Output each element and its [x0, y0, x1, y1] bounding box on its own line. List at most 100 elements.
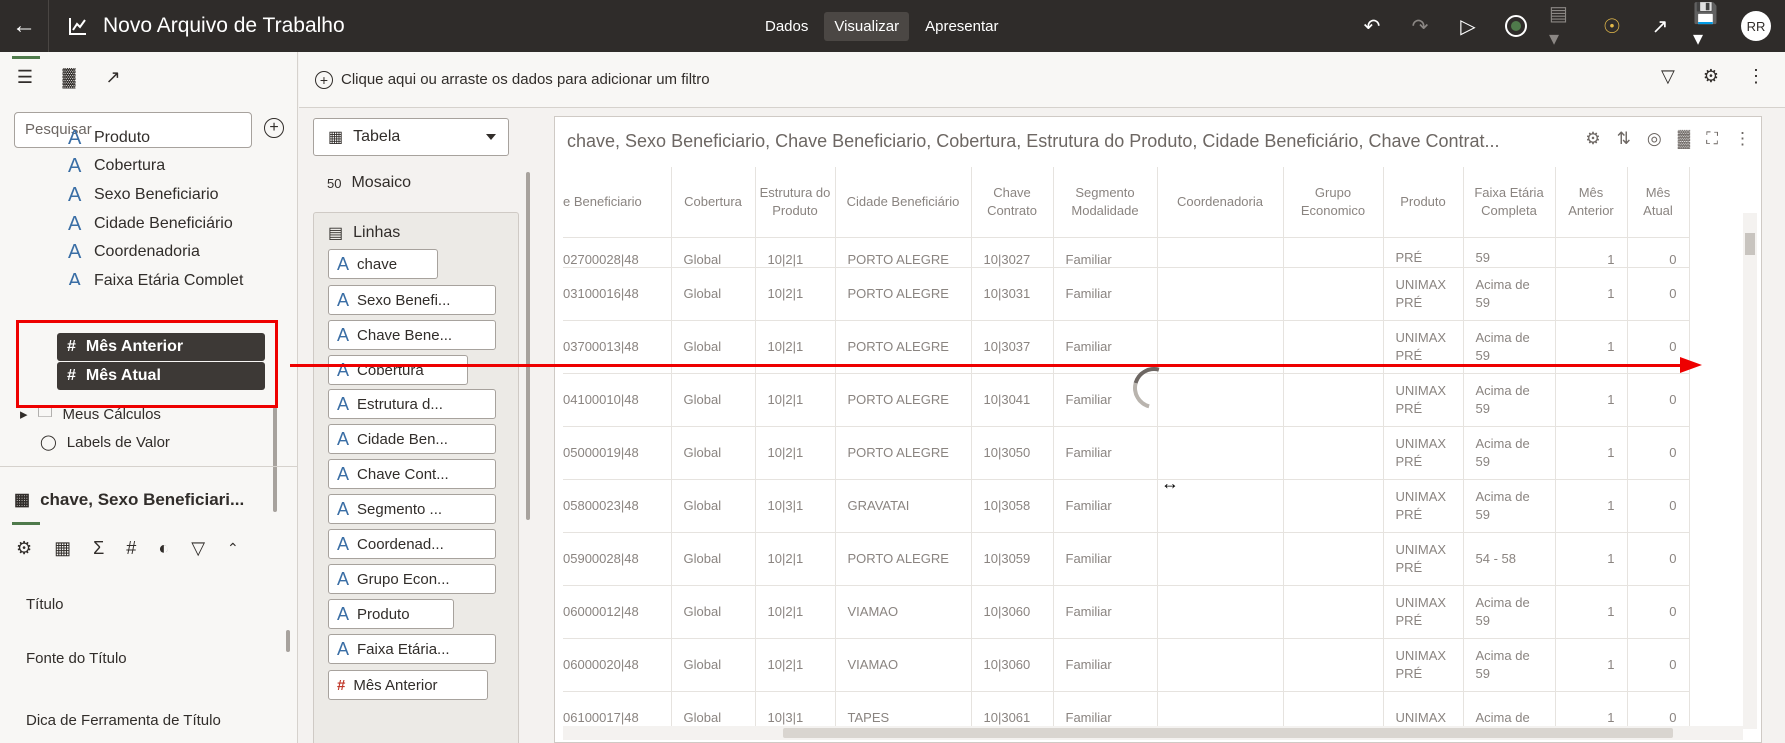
table-cell[interactable]	[1283, 479, 1384, 533]
filter-icon[interactable]: ▽	[191, 538, 205, 559]
lightbulb-icon[interactable]: ☉	[1597, 8, 1627, 44]
table-cell[interactable]: 1	[1555, 585, 1628, 639]
table-cell[interactable]: 06100017|48	[563, 691, 672, 727]
undo-icon[interactable]: ↶	[1357, 8, 1387, 44]
table-cell[interactable]: 1	[1555, 237, 1628, 268]
table-cell[interactable]: Global	[671, 585, 756, 639]
rows-drop-zone[interactable]: ▤ Linhas Achave A Sexo Benefi... A Chave Be…	[313, 212, 519, 743]
save-menu-icon[interactable]: 💾▾	[1693, 3, 1723, 50]
tree-item-cidade[interactable]: A Cidade Beneficiário	[68, 210, 233, 238]
table-cell[interactable]: Familiar	[1053, 691, 1158, 727]
table-row[interactable]: 05900028|48 Global 10|2|1 PORTO ALEGRE 10|30…	[563, 532, 1690, 586]
table-cell[interactable]: PORTO ALEGRE	[835, 267, 972, 321]
avatar[interactable]: RR	[1741, 11, 1771, 41]
back-arrow-icon[interactable]: ←	[0, 0, 48, 52]
table-cell[interactable]: Acima de 59	[1463, 373, 1556, 427]
table-cell[interactable]	[1157, 691, 1284, 727]
table-cell[interactable]: 1	[1555, 532, 1628, 586]
column-header[interactable]: Cidade Beneficiário	[835, 167, 972, 238]
table-cell[interactable]: 0	[1627, 585, 1690, 639]
tree-item-coordenadoria[interactable]: A Coordenadoria	[68, 238, 200, 266]
table-cell[interactable]: PORTO ALEGRE	[835, 237, 972, 268]
table-horizontal-scrollbar[interactable]	[563, 726, 1743, 740]
more-menu-icon[interactable]: ⋮	[1747, 66, 1765, 87]
table-cell[interactable]	[1157, 638, 1284, 692]
table-cell[interactable]: 05000019|48	[563, 426, 672, 480]
table-row[interactable]: 06100017|48 Global 10|3|1 TAPES 10|3061 Famil…	[563, 691, 1690, 727]
row-chip[interactable]: A Cobertura	[328, 355, 468, 385]
redo-icon[interactable]: ↷	[1405, 8, 1435, 44]
table-cell[interactable]: 10|3061	[971, 691, 1054, 727]
table-cell[interactable]: 10|3027	[971, 237, 1054, 268]
table-row[interactable]: 05000019|48 Global 10|2|1 PORTO ALEGRE 10|30…	[563, 426, 1690, 480]
table-cell[interactable]: Familiar	[1053, 638, 1158, 692]
row-chip[interactable]: Achave	[328, 249, 438, 279]
table-cell[interactable]	[1283, 532, 1384, 586]
general-settings-icon[interactable]: ⚙	[11, 522, 41, 559]
table-cell[interactable]	[1283, 638, 1384, 692]
table-cell[interactable]	[1283, 426, 1384, 480]
table-row[interactable]: 06000012|48 Global 10|2|1 VIAMAO 10|3060 Fami…	[563, 585, 1690, 639]
table-cell[interactable]	[1283, 373, 1384, 427]
tab-visualizar[interactable]: Visualizar	[824, 12, 910, 41]
table-cell[interactable]	[1157, 237, 1284, 268]
column-header[interactable]: Coordenadoria	[1157, 167, 1284, 238]
table-cell[interactable]: Global	[671, 426, 756, 480]
table-vertical-scrollbar[interactable]	[1743, 213, 1757, 729]
column-header[interactable]: Cobertura	[671, 167, 756, 238]
row-chip[interactable]: A Segmento ...	[328, 494, 496, 524]
properties-scrollbar[interactable]	[286, 630, 290, 652]
viz-name[interactable]: ▦ chave, Sexo Beneficiari...	[14, 490, 244, 510]
table-cell[interactable]	[1157, 373, 1284, 427]
table-cell[interactable]: Acima de 59	[1463, 479, 1556, 533]
table-cell[interactable]: 10|3058	[971, 479, 1054, 533]
column-header[interactable]: Grupo Economico	[1283, 167, 1384, 238]
table-cell[interactable]: 03100016|48	[563, 267, 672, 321]
table-cell[interactable]: Acima de 59	[1463, 426, 1556, 480]
table-cell[interactable]: 0	[1627, 426, 1690, 480]
table-cell[interactable]: 0	[1627, 267, 1690, 321]
table-cell[interactable]: Global	[671, 479, 756, 533]
table-cell[interactable]: 10|2|1	[755, 373, 836, 427]
viz-settings-icon[interactable]: ⚙	[1585, 129, 1600, 149]
column-header[interactable]: Chave Contrato	[971, 167, 1054, 238]
table-cell[interactable]: Global	[671, 237, 756, 268]
table-cell[interactable]: Global	[671, 638, 756, 692]
table-cell[interactable]: Familiar	[1053, 585, 1158, 639]
row-chip[interactable]: # Mês Anterior	[328, 670, 488, 700]
table-cell[interactable]: 0	[1627, 691, 1690, 727]
table-cell[interactable]	[1157, 532, 1284, 586]
table-cell[interactable]: Acima de 59	[1463, 585, 1556, 639]
table-cell[interactable]: 06000012|48	[563, 585, 672, 639]
column-header[interactable]: Faixa Etária Completa	[1463, 167, 1556, 238]
workbook-title[interactable]: Novo Arquivo de Trabalho	[103, 14, 345, 38]
table-cell[interactable]: 0	[1627, 479, 1690, 533]
table-row[interactable]: 06000020|48 Global 10|2|1 VIAMAO 10|3060 Fami…	[563, 638, 1690, 692]
viz-settings-icon[interactable]: ⚙	[1703, 66, 1719, 87]
property-dica-titulo[interactable]: Dica de Ferramenta de Título	[26, 712, 221, 729]
table-cell[interactable]: 10|3|1	[755, 479, 836, 533]
table-cell[interactable]: 0	[1627, 237, 1690, 268]
table-cell[interactable]: PRÉ	[1383, 237, 1464, 268]
grammar-scrollbar[interactable]	[526, 172, 530, 520]
table-cell[interactable]: 05900028|48	[563, 532, 672, 586]
property-fonte-titulo[interactable]: Fonte do Título	[26, 650, 127, 667]
filter-settings-icon[interactable]: ▽	[1661, 66, 1675, 87]
table-cell[interactable]: UNIMAX PRÉ	[1383, 267, 1464, 321]
target-icon[interactable]: ◎	[1647, 129, 1662, 149]
column-header[interactable]: Estrutura do Produto	[755, 167, 836, 238]
table-cell[interactable]: UNIMAX	[1383, 691, 1464, 727]
table-cell[interactable]: Global	[671, 691, 756, 727]
table-cell[interactable]: PORTO ALEGRE	[835, 426, 972, 480]
mosaic-option[interactable]: 50 Mosaico	[327, 174, 411, 192]
table-cell[interactable]: TAPES	[835, 691, 972, 727]
table-row[interactable]: 05800023|48 Global 10|3|1 GRAVATAI 10|3058 Fa…	[563, 479, 1690, 533]
table-row[interactable]: 02700028|48 Global 10|2|1 PORTO ALEGRE 10|30…	[563, 237, 1690, 268]
row-chip[interactable]: A Grupo Econ...	[328, 564, 496, 594]
table-cell[interactable]: 10|2|1	[755, 638, 836, 692]
more-menu-icon[interactable]: ⋮	[1734, 129, 1751, 149]
folder-labels-valor[interactable]: ◯ Labels de Valor	[40, 429, 170, 455]
table-cell[interactable]: Global	[671, 267, 756, 321]
table-cell[interactable]: 02700028|48	[563, 237, 672, 268]
scroll-thumb[interactable]	[783, 728, 1673, 738]
